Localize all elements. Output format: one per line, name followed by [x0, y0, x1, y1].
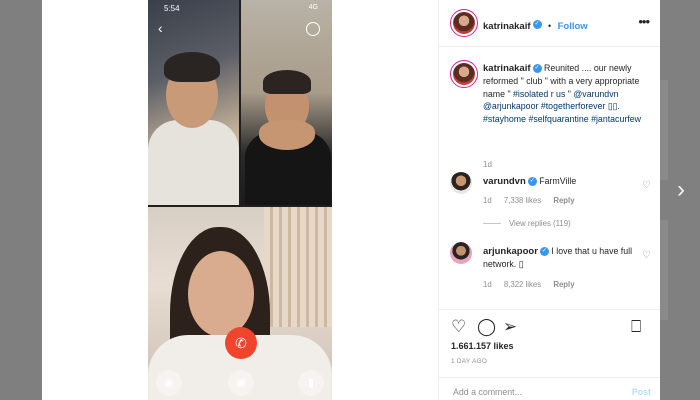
avatar[interactable] — [450, 60, 478, 88]
comment-likes[interactable]: 7,338 likes — [504, 196, 541, 205]
add-person-icon — [306, 22, 320, 36]
add-comment-bar: Post — [439, 377, 660, 400]
reply-button[interactable]: Reply — [553, 196, 574, 205]
post-modal: 5:54 4G ‹ ✆ ◉ ▣ ▮ katrinakaif ✓ • Follow … — [42, 0, 660, 400]
likes-count[interactable]: 1.661.157 likes — [451, 341, 514, 351]
avatar[interactable] — [450, 172, 472, 194]
post-actions: ♡ ◯ ➢ ⎕ 1.661.157 likes 1 DAY AGO Post — [439, 309, 660, 400]
comment-time: 1d — [483, 280, 492, 289]
avatar[interactable] — [450, 242, 472, 264]
reply-button[interactable]: Reply — [553, 280, 574, 289]
status-network: 4G — [308, 4, 318, 11]
avatar[interactable] — [450, 9, 478, 37]
video-call-screenshot: 5:54 4G ‹ ✆ ◉ ▣ ▮ — [148, 0, 332, 400]
caption-time: 1d — [483, 160, 492, 169]
view-replies-label: View replies (119) — [509, 219, 571, 228]
post-button[interactable]: Post — [632, 387, 651, 397]
comment-text: varundvn ✓ FarmVille — [483, 175, 633, 188]
verified-badge-icon: ✓ — [527, 177, 537, 187]
caption-text: katrinakaif ✓ Reunited .... our newly ref… — [483, 62, 651, 125]
phone-hangup-icon: ✆ — [225, 327, 257, 359]
separator: • — [547, 21, 552, 31]
status-time: 5:54 — [164, 4, 180, 13]
comment-meta: 1d 8,322 likes Reply — [483, 280, 585, 289]
next-post-peek — [660, 80, 668, 180]
truncated-row — [483, 302, 583, 305]
comment-icon[interactable]: ◯ — [477, 318, 496, 336]
comment-body: FarmVille — [539, 176, 577, 186]
comment-time: 1d — [483, 196, 492, 205]
verified-badge-icon: ✓ — [532, 64, 542, 74]
back-arrow-icon: ‹ — [158, 20, 163, 36]
follow-button[interactable]: Follow — [558, 21, 588, 32]
comment-username[interactable]: varundvn — [483, 176, 526, 187]
comment-input[interactable] — [451, 386, 615, 398]
heart-icon[interactable]: ♡ — [451, 318, 469, 336]
video-icon: ▣ — [228, 370, 254, 396]
comments-scroll[interactable]: katrinakaif ✓ Reunited .... our newly ref… — [439, 47, 660, 307]
bookmark-icon[interactable]: ⎕ — [631, 318, 649, 336]
comment-username[interactable]: arjunkapoor — [483, 246, 538, 257]
phone-status-bar: 5:54 4G — [148, 0, 332, 16]
heart-icon[interactable]: ♡ — [642, 250, 651, 261]
camera-icon: ◉ — [156, 370, 182, 396]
post-media: 5:54 4G ‹ ✆ ◉ ▣ ▮ — [42, 0, 438, 400]
header-user: katrinakaif ✓ • Follow — [483, 16, 588, 34]
share-icon[interactable]: ➢ — [503, 318, 521, 336]
next-arrow-icon[interactable]: › — [671, 178, 691, 202]
header-username[interactable]: katrinakaif — [483, 21, 531, 32]
post-header: katrinakaif ✓ • Follow ••• — [439, 0, 660, 47]
microphone-icon: ▮ — [298, 370, 324, 396]
verified-badge-icon: ✓ — [539, 247, 549, 257]
next-post-peek — [660, 220, 668, 320]
comment-likes[interactable]: 8,322 likes — [504, 280, 541, 289]
comment-text: arjunkapoor ✓ I love that u have full net… — [483, 245, 633, 271]
post-date: 1 DAY AGO — [451, 358, 488, 365]
post-sidebar: katrinakaif ✓ • Follow ••• katrinakaif ✓ R… — [438, 0, 660, 400]
comment-meta: 1d 7,338 likes Reply — [483, 196, 585, 205]
verified-badge-icon: ✓ — [532, 20, 542, 30]
heart-icon[interactable]: ♡ — [642, 180, 651, 191]
hashtag-link[interactable]: #isolated r us — [513, 89, 565, 99]
view-replies-button[interactable]: View replies (119) — [483, 219, 571, 228]
more-options-icon[interactable]: ••• — [638, 14, 650, 29]
caption-username[interactable]: katrinakaif — [483, 63, 531, 74]
